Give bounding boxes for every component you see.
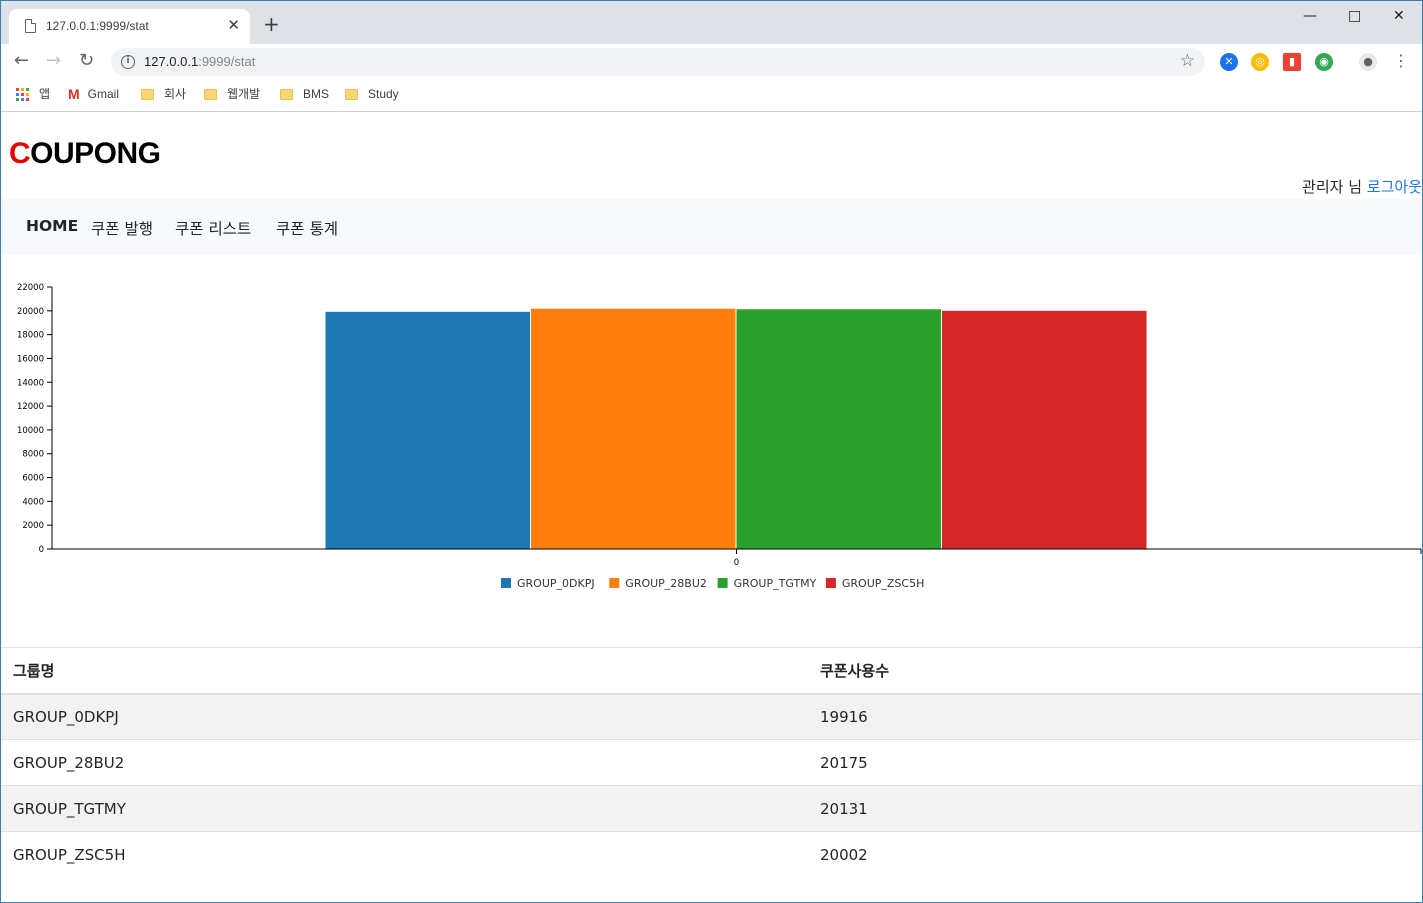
header-group-name: 그룹명 (1, 647, 808, 695)
nav-home[interactable]: HOME (26, 217, 78, 235)
y-tick-label: 22000 (17, 283, 44, 293)
legend-swatch (717, 578, 728, 588)
browser-window: 127.0.0.1:9999/stat ✕ + — □ ✕ ← → ↻ i 12… (0, 0, 1423, 903)
new-tab-icon[interactable]: + (263, 14, 280, 34)
url-host: 127.0.0.1 (144, 54, 199, 69)
cell-group-name: GROUP_TGTMY (1, 785, 808, 832)
window-close-icon[interactable]: ✕ (1393, 7, 1405, 25)
bar-group_0dkpj (325, 311, 530, 549)
cell-usage-count: 19916 (808, 693, 1422, 740)
bookmark-gmail[interactable]: M Gmail (68, 86, 119, 102)
folder-icon (204, 88, 217, 100)
cell-usage-count: 20002 (808, 831, 1422, 878)
cell-group-name: GROUP_0DKPJ (1, 693, 808, 740)
legend-swatch (501, 578, 511, 588)
bar-group_28bu2 (531, 308, 736, 549)
stats-table: 그룹명 쿠폰사용수 GROUP_0DKPJ 19916 GROUP_28BU2 … (1, 647, 1422, 878)
y-tick-label: 4000 (22, 497, 44, 507)
table-row: GROUP_0DKPJ 19916 (1, 693, 1422, 740)
logo-rest: OUPONG (30, 137, 161, 170)
folder-icon (141, 88, 154, 100)
table-row: GROUP_28BU2 20175 (1, 739, 1422, 786)
y-tick-label: 8000 (22, 450, 44, 460)
y-tick-label: 6000 (22, 474, 44, 484)
user-label: 관리자 님 (1302, 178, 1363, 196)
legend-label: GROUP_ZSC5H (842, 577, 924, 590)
y-tick-label: 12000 (17, 402, 44, 412)
page-icon (25, 19, 36, 33)
folder-icon (345, 88, 358, 100)
y-tick-label: 0 (39, 545, 44, 555)
legend-swatch (609, 578, 620, 588)
bar-group_tgtmy (736, 309, 941, 549)
menu-icon[interactable]: ⋮ (1393, 51, 1409, 71)
forward-icon[interactable]: → (46, 51, 61, 71)
extension-icon-4[interactable]: ◉ (1315, 53, 1333, 71)
table-row: GROUP_TGTMY 20131 (1, 785, 1422, 832)
extension-icon-2[interactable]: ◎ (1251, 53, 1269, 71)
table-header-row: 그룹명 쿠폰사용수 (1, 647, 1422, 695)
legend-label: GROUP_0DKPJ (517, 577, 595, 590)
bookmark-label: BMS (303, 87, 330, 101)
url-path: :9999/stat (198, 54, 256, 69)
y-tick-label: 2000 (22, 521, 44, 531)
y-tick-label: 10000 (17, 426, 44, 436)
legend-label: GROUP_TGTMY (734, 577, 817, 590)
usage-bar-chart: 0 2000 4000 6000 8000 10000 12000 14000 16000 180… (17, 283, 1422, 590)
extension-icon-3[interactable]: ▮ (1283, 53, 1301, 71)
nav-coupon-issue[interactable]: 쿠폰 발행 (91, 217, 153, 239)
bookmark-apps[interactable]: 앱 (16, 86, 50, 102)
apps-icon (16, 87, 29, 101)
browser-tab[interactable]: 127.0.0.1:9999/stat ✕ (9, 9, 250, 44)
cell-usage-count: 20131 (808, 785, 1422, 832)
bookmark-folder-bms[interactable]: BMS (280, 86, 329, 102)
user-bar: 관리자 님 로그아웃 (1302, 176, 1422, 197)
bookmarks-bar: 앱 M Gmail 회사 웹개발 BMS Study (1, 80, 1422, 112)
cell-group-name: GROUP_28BU2 (1, 739, 808, 786)
bookmark-folder-study[interactable]: Study (345, 86, 399, 102)
close-tab-icon[interactable]: ✕ (227, 17, 240, 33)
profile-avatar-icon[interactable]: ● (1359, 53, 1377, 71)
cell-group-name: GROUP_ZSC5H (1, 831, 808, 878)
back-icon[interactable]: ← (14, 51, 29, 71)
header-coupon-usage: 쿠폰사용수 (808, 647, 1422, 695)
reload-icon[interactable]: ↻ (79, 51, 94, 71)
bookmark-label: 웹개발 (227, 87, 261, 101)
bar-group_zsc5h (942, 310, 1147, 549)
y-tick-label: 16000 (17, 354, 44, 364)
gmail-icon: M (68, 86, 80, 102)
y-tick-label: 14000 (17, 378, 44, 388)
url-text: 127.0.0.1:9999/stat (144, 54, 255, 69)
nav-coupon-stats[interactable]: 쿠폰 통계 (276, 217, 338, 239)
bookmark-star-icon[interactable]: ☆ (1180, 51, 1195, 71)
bookmark-folder-webdev[interactable]: 웹개발 (204, 86, 260, 102)
y-tick-label: 20000 (17, 307, 44, 317)
info-icon[interactable]: i (121, 55, 135, 69)
page-content: COUPONG 관리자 님 로그아웃 HOME 쿠폰 발행 쿠폰 리스트 쿠폰 … (1, 113, 1422, 902)
address-bar[interactable]: i 127.0.0.1:9999/stat ☆ (111, 48, 1205, 76)
legend-label: GROUP_28BU2 (625, 577, 707, 590)
bookmark-label: 앱 (39, 87, 51, 101)
main-navbar: HOME 쿠폰 발행 쿠폰 리스트 쿠폰 통계 (1, 199, 1422, 255)
browser-toolbar: ← → ↻ i 127.0.0.1:9999/stat ☆ ✕ ◎ ▮ ◉ ● … (1, 44, 1422, 80)
tab-strip: 127.0.0.1:9999/stat ✕ + — □ ✕ (1, 1, 1422, 44)
bookmark-folder-company[interactable]: 회사 (141, 86, 186, 102)
legend-swatch (825, 578, 836, 588)
cell-usage-count: 20175 (808, 739, 1422, 786)
x-tick-label: 0 (734, 558, 739, 568)
table-row: GROUP_ZSC5H 20002 (1, 831, 1422, 878)
y-tick-label: 18000 (17, 331, 44, 341)
logo-first-letter: C (9, 137, 31, 170)
folder-icon (280, 88, 293, 100)
maximize-icon[interactable]: □ (1348, 7, 1361, 25)
bookmark-label: Gmail (87, 87, 120, 101)
bookmark-label: 회사 (164, 87, 187, 101)
nav-coupon-list[interactable]: 쿠폰 리스트 (175, 217, 251, 239)
bookmark-label: Study (368, 87, 399, 101)
minimize-icon[interactable]: — (1303, 7, 1317, 25)
extension-icon-1[interactable]: ✕ (1220, 53, 1238, 71)
logout-link[interactable]: 로그아웃 (1367, 178, 1422, 196)
tab-title: 127.0.0.1:9999/stat (46, 19, 149, 33)
site-logo[interactable]: COUPONG (9, 137, 161, 171)
